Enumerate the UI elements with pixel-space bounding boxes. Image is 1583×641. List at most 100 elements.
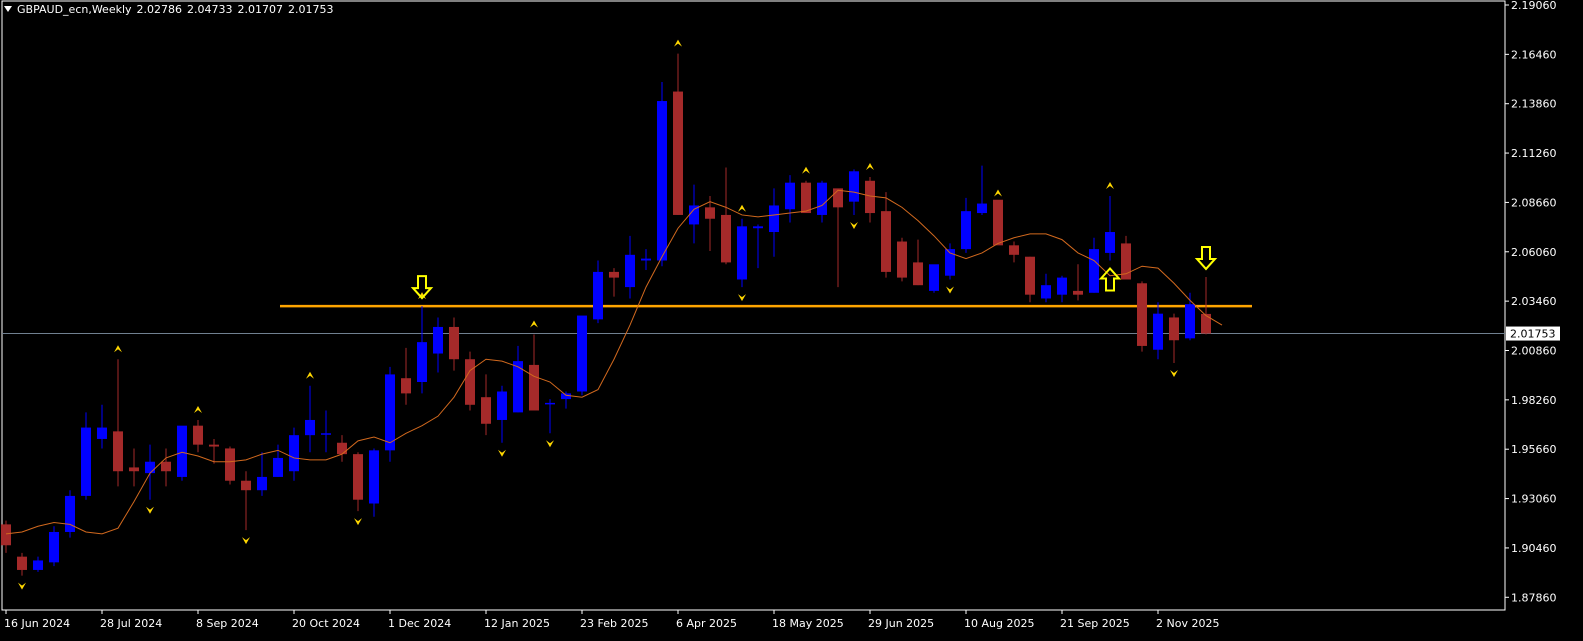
candle-body — [1, 524, 11, 546]
fractal-down-marker — [1170, 370, 1178, 378]
candle-body — [1137, 283, 1147, 346]
fractal-up-marker — [1106, 181, 1114, 189]
candle-body — [465, 359, 475, 405]
candle-body — [561, 393, 571, 400]
x-tick-label: 29 Jun 2025 — [868, 617, 934, 630]
candle-body — [769, 205, 779, 233]
fractal-down-marker — [498, 449, 506, 457]
candle-body — [113, 431, 123, 472]
y-tick-label: 2.16460 — [1511, 48, 1557, 61]
signal-arrow-up-icon — [1098, 267, 1122, 292]
candle-body — [321, 433, 331, 435]
y-tick-label: 2.19060 — [1511, 0, 1557, 12]
candle-body — [881, 211, 891, 272]
candle-body — [1153, 313, 1163, 350]
x-tick-label: 20 Oct 2024 — [292, 617, 360, 630]
fractal-up-marker — [738, 204, 746, 212]
candle-body — [625, 254, 635, 288]
candle-body — [833, 188, 843, 208]
x-tick-label: 23 Feb 2025 — [580, 617, 648, 630]
y-tick-label: 2.03460 — [1511, 295, 1557, 308]
candle-body — [689, 205, 699, 225]
candle-body — [417, 342, 427, 383]
candle-body — [481, 397, 491, 424]
candle-body — [449, 326, 459, 360]
fractal-down-marker — [850, 221, 858, 229]
candle-body — [1089, 249, 1099, 293]
fractal-down-marker — [18, 582, 26, 590]
current-price-label: 2.01753 — [1510, 328, 1556, 341]
candle-body — [1057, 277, 1067, 295]
y-tick-label: 2.08660 — [1511, 196, 1557, 209]
y-tick-label: 2.11260 — [1511, 147, 1557, 160]
candle-body — [913, 262, 923, 286]
candle-body — [401, 378, 411, 394]
candle-body — [353, 454, 363, 500]
fractal-down-marker — [546, 440, 554, 448]
candle-body — [609, 271, 619, 278]
y-tick-label: 2.13860 — [1511, 98, 1557, 111]
signal-arrow-down-icon — [1194, 245, 1218, 271]
candle-body — [593, 271, 603, 320]
candle-body — [929, 264, 939, 291]
x-tick-label: 18 May 2025 — [772, 617, 844, 630]
candle-body — [161, 461, 171, 472]
candle-body — [1025, 256, 1035, 295]
candle-body — [257, 476, 267, 491]
price-chart[interactable]: 2.19060 2.16460 2.13860 2.11260 2.08660 2.060… — [0, 0, 1583, 641]
candle-body — [433, 326, 443, 354]
candle-body — [497, 391, 507, 420]
candle-body — [193, 425, 203, 445]
candle-body — [225, 448, 235, 481]
y-tick-label: 1.93060 — [1511, 493, 1557, 506]
fractal-down-marker — [738, 294, 746, 302]
candle-body — [1169, 317, 1179, 341]
candle-body — [721, 214, 731, 263]
candle-body — [657, 101, 667, 261]
fractal-up-marker — [306, 371, 314, 379]
x-tick-label: 28 Jul 2024 — [100, 617, 162, 630]
candle-body — [129, 467, 139, 472]
x-tick-label: 1 Dec 2024 — [388, 617, 451, 630]
candle-body — [817, 182, 827, 215]
candle-body — [673, 91, 683, 215]
candle-body — [385, 374, 395, 451]
fractal-up-marker — [674, 39, 682, 47]
fractal-up-marker — [194, 405, 202, 413]
candle-body — [145, 461, 155, 474]
candle-body — [545, 402, 555, 405]
candle-body — [289, 435, 299, 472]
candle-body — [1105, 232, 1115, 253]
candle-body — [17, 556, 27, 570]
candle-body — [241, 480, 251, 491]
candle-body — [1009, 245, 1019, 255]
candle-body — [961, 211, 971, 250]
fractal-down-marker — [146, 506, 154, 514]
candle-body — [849, 171, 859, 202]
candle-body — [529, 364, 539, 411]
x-tick-label: 2 Nov 2025 — [1156, 617, 1219, 630]
candle-body — [641, 258, 651, 261]
candle-body — [1041, 285, 1051, 299]
candle-body — [993, 199, 1003, 246]
candle-body — [209, 444, 219, 447]
candle-body — [1201, 313, 1211, 334]
x-tick-label: 10 Aug 2025 — [964, 617, 1034, 630]
x-tick-label: 16 Jun 2024 — [4, 617, 70, 630]
candle-body — [1073, 290, 1083, 295]
x-tick-label: 6 Apr 2025 — [676, 617, 737, 630]
candle-body — [97, 427, 107, 439]
candle-body — [753, 226, 763, 229]
fractal-up-marker — [114, 345, 122, 353]
candle-body — [977, 203, 987, 214]
candle-body — [705, 207, 715, 219]
candle-body — [337, 442, 347, 455]
x-tick-label: 12 Jan 2025 — [484, 617, 550, 630]
candle-body — [785, 182, 795, 210]
candle-body — [49, 531, 59, 563]
y-tick-label: 1.98260 — [1511, 394, 1557, 407]
candle-body — [737, 226, 747, 280]
candle-body — [81, 427, 91, 496]
fractal-up-marker — [866, 162, 874, 170]
candle-body — [897, 241, 907, 278]
